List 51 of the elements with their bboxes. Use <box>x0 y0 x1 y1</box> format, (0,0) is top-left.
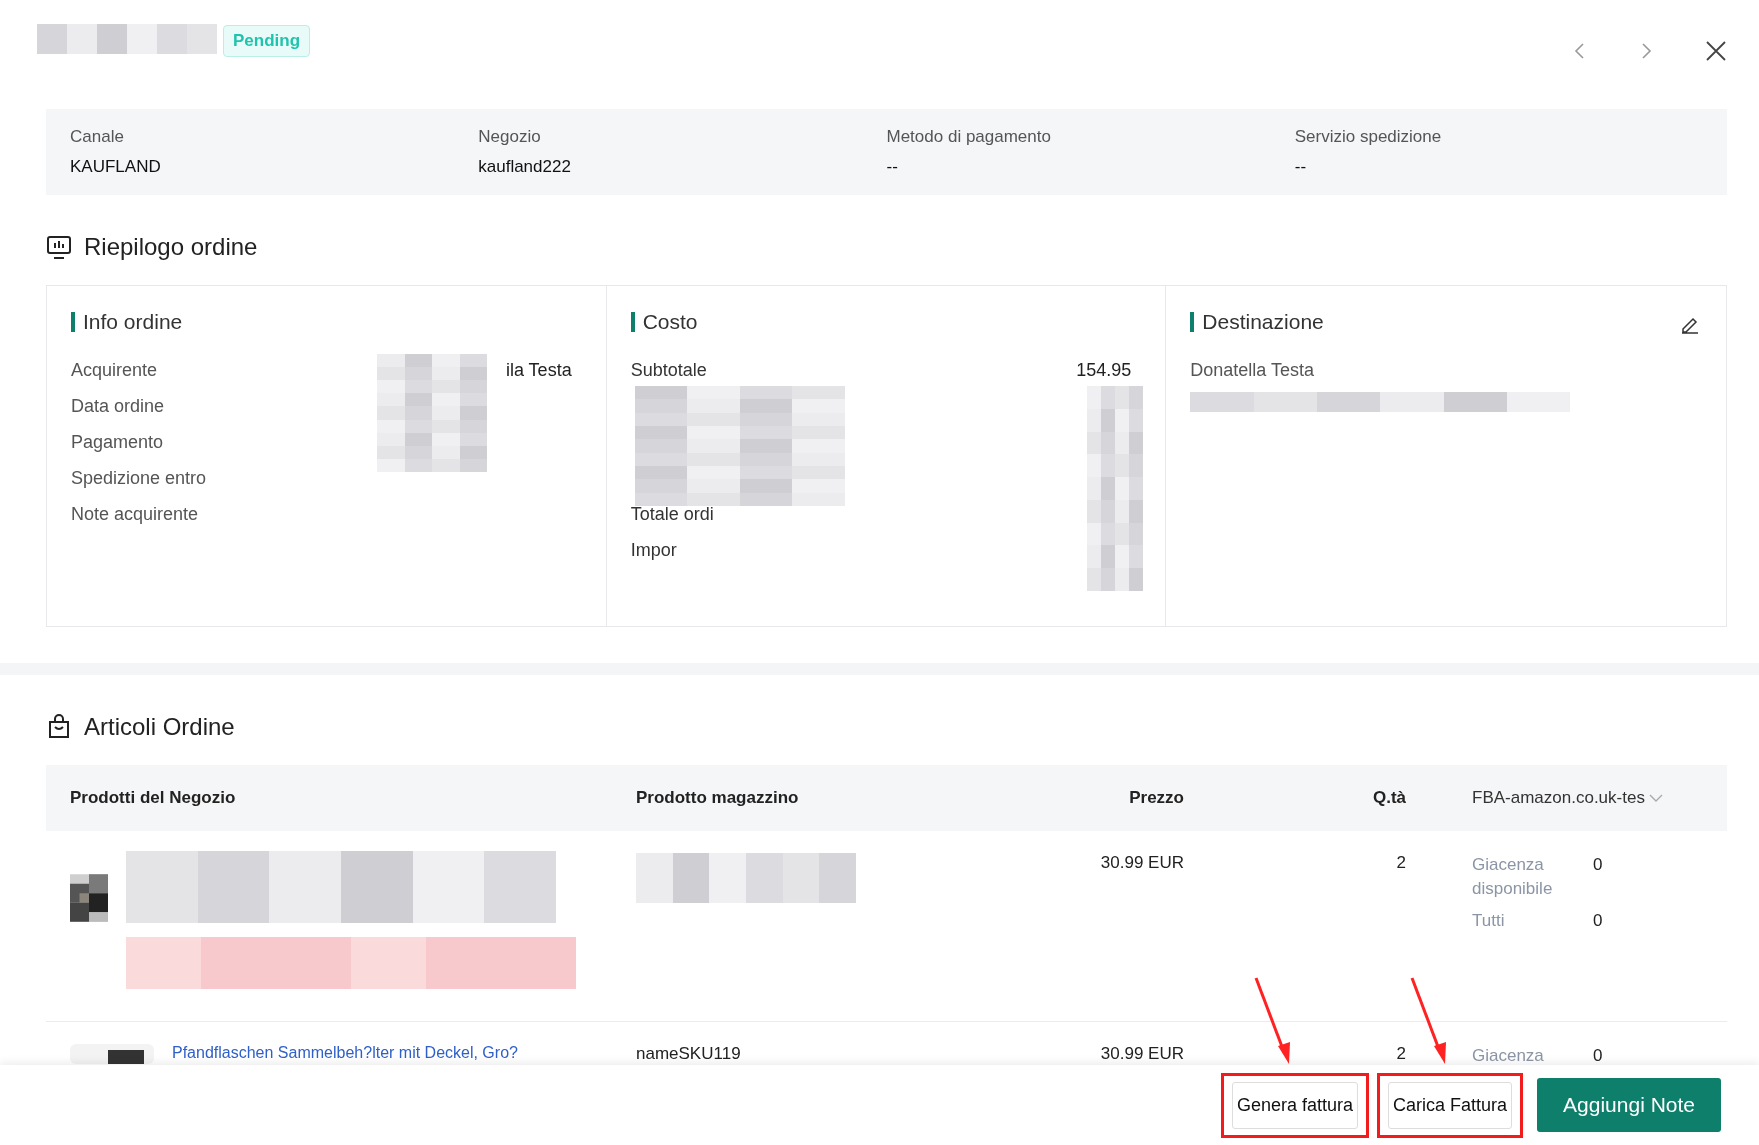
previous-icon[interactable] <box>1573 42 1587 60</box>
field-label: Data ordine <box>71 395 165 417</box>
stock-label: Giacenza disponibile <box>1472 854 1554 900</box>
stock-value: 0 <box>1593 854 1603 876</box>
price-cell-text: 30.99 EUR <box>1099 853 1184 873</box>
add-notes-button[interactable]: Aggiungi Note <box>1537 1078 1721 1132</box>
field-label: Impor <box>630 539 677 561</box>
field-label: Servizio spedizione <box>1294 127 1443 147</box>
field-value: -- <box>1294 157 1308 177</box>
section-title: Riepilogo ordine <box>84 233 258 261</box>
card-title: Destinazione <box>1190 312 1702 332</box>
invoice-button[interactable]: Genera fattura <box>1231 1081 1358 1129</box>
column-header: Q.tà <box>1371 788 1406 808</box>
column-header: Prezzo <box>1128 788 1184 808</box>
field-label: Spedizione entro <box>71 467 207 489</box>
price-cell-text: 30.99 EUR <box>1099 1044 1184 1064</box>
field-label: Note acquirente <box>71 503 199 525</box>
field-value: KAUFLAND <box>70 157 162 177</box>
card-title: Info ordine <box>71 312 582 332</box>
quantity-cell-text: 2 <box>1395 853 1406 873</box>
field-value: kaufland222 <box>478 157 572 177</box>
field-label: Subtotale <box>630 359 707 381</box>
field-label: Canale <box>70 127 125 147</box>
field-label: Pagamento <box>71 431 164 453</box>
status-badge: Pending <box>223 25 311 57</box>
card-title: Costo <box>630 312 1142 332</box>
recipient-name: Donatella Testa <box>1190 359 1315 381</box>
section-title: Articoli Ordine <box>84 713 235 741</box>
field-value: ila Testa <box>505 359 572 381</box>
field-label: Acquirente <box>71 359 158 381</box>
column-header: Prodotti del Negozio <box>69 788 237 808</box>
field-label: Metodo di pagamento <box>886 127 1052 147</box>
stock-value: 0 <box>1593 910 1603 932</box>
shopping-bag-icon <box>46 714 72 740</box>
stock-label: Giacenza <box>1472 1045 1545 1067</box>
field-label: Totale ordi <box>630 503 714 525</box>
stock-label: Tutti <box>1472 910 1506 932</box>
stock-value: 0 <box>1593 1045 1603 1067</box>
column-header: Prodotto magazzino <box>635 788 800 808</box>
close-icon[interactable] <box>1705 40 1727 62</box>
field-value: -- <box>886 157 899 177</box>
quantity-cell-text: 2 <box>1395 1044 1406 1064</box>
next-icon[interactable] <box>1639 42 1653 60</box>
product-link[interactable]: Pfandflaschen Sammelbeh?lter mit Deckel, Gro? <box>172 1044 518 1062</box>
invoice-button[interactable]: Carica Fattura <box>1388 1081 1513 1129</box>
field-label: Negozio <box>478 127 542 147</box>
chevron-down-icon <box>1648 793 1663 803</box>
sku-text: nameSKU119 <box>636 1044 741 1063</box>
field-value: 154.95 <box>1076 359 1132 381</box>
monitor-icon <box>46 234 72 260</box>
warehouse-dropdown[interactable]: FBA-amazon.co.uk-tes <box>1472 788 1663 808</box>
